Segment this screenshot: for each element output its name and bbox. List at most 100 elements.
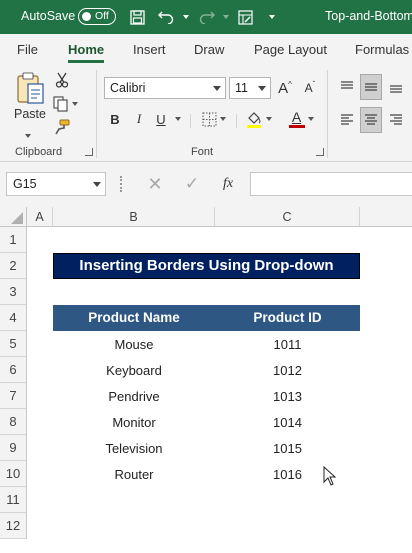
- chevron-down-icon: [93, 182, 101, 187]
- font-name-value: Calibri: [110, 81, 146, 95]
- column-header-b[interactable]: B: [53, 207, 215, 227]
- font-color-icon: A: [288, 109, 305, 128]
- cut-icon[interactable]: [52, 70, 72, 90]
- tab-page-layout[interactable]: Page Layout: [254, 42, 327, 57]
- clipboard-group-label: Clipboard: [15, 146, 63, 158]
- font-name-dropdown[interactable]: Calibri: [104, 77, 226, 99]
- worksheet-grid: A B C 1 2 3 4 5 6 7 8 9 10 11 12 Inserti…: [0, 207, 412, 553]
- font-color-button[interactable]: A: [284, 108, 318, 130]
- group-separator: [327, 70, 328, 158]
- group-separator: [96, 70, 97, 158]
- table-cell-product-id[interactable]: 1015: [215, 441, 360, 456]
- table-header-product-id[interactable]: Product ID: [215, 305, 360, 331]
- insert-function-button[interactable]: fx: [217, 174, 239, 194]
- tab-formulas[interactable]: Formulas: [355, 42, 409, 57]
- row-header[interactable]: 1: [0, 227, 27, 253]
- tab-insert[interactable]: Insert: [133, 42, 166, 57]
- font-group-label: Font: [191, 146, 214, 158]
- table-cell-product-name[interactable]: Pendrive: [53, 389, 215, 404]
- tab-draw[interactable]: Draw: [194, 42, 224, 57]
- borders-button[interactable]: [198, 108, 230, 130]
- italic-button[interactable]: I: [130, 108, 148, 130]
- redo-icon[interactable]: [196, 6, 218, 28]
- shrink-font-button[interactable]: Aˇ: [300, 77, 320, 99]
- font-size-dropdown[interactable]: 11: [229, 77, 271, 99]
- table-cell-product-name[interactable]: Television: [53, 441, 215, 456]
- chevron-down-icon: [213, 86, 221, 91]
- grow-font-button[interactable]: A ^: [275, 77, 295, 99]
- align-right-icon[interactable]: [386, 109, 406, 131]
- align-center-icon[interactable]: [360, 107, 382, 133]
- font-launcher-icon[interactable]: [316, 148, 324, 156]
- underline-button[interactable]: U: [152, 108, 170, 130]
- autosave-label: AutoSave: [21, 9, 76, 23]
- table-cell-product-name[interactable]: Monitor: [53, 415, 215, 430]
- enter-icon[interactable]: ✓: [182, 174, 202, 194]
- divider: [190, 114, 191, 128]
- paste-icon[interactable]: [14, 70, 46, 106]
- table-cell-product-id[interactable]: 1016: [215, 467, 360, 482]
- undo-dropdown-icon[interactable]: [178, 6, 190, 28]
- mouse-pointer-icon: [323, 465, 337, 491]
- table-cell-product-name[interactable]: Mouse: [53, 337, 215, 352]
- underline-dropdown-icon[interactable]: [172, 108, 184, 130]
- document-title: Top-and-Bottom: [325, 9, 412, 23]
- fill-color-button[interactable]: [242, 108, 276, 130]
- bold-button[interactable]: B: [106, 108, 124, 130]
- middle-align-icon[interactable]: [360, 74, 382, 100]
- font-size-value: 11: [235, 81, 248, 95]
- chevron-down-icon: [258, 86, 266, 91]
- table-cell-product-name[interactable]: Router: [53, 467, 215, 482]
- table-header-product-name[interactable]: Product Name: [53, 305, 215, 331]
- paste-label[interactable]: Paste: [14, 107, 46, 121]
- shrink-font-icon: A: [304, 81, 313, 95]
- tab-home[interactable]: Home: [68, 42, 104, 57]
- customize-toolbar-icon[interactable]: [265, 6, 279, 28]
- toggle-state: Off: [95, 10, 109, 22]
- table-cell-product-id[interactable]: 1013: [215, 389, 360, 404]
- row-header[interactable]: 9: [0, 435, 27, 461]
- divider: [236, 114, 237, 128]
- ribbon-tabs: File Home Insert Draw Page Layout Formul…: [0, 34, 412, 64]
- row-header[interactable]: 3: [0, 279, 27, 305]
- name-box[interactable]: G15: [6, 172, 106, 196]
- row-header[interactable]: 11: [0, 487, 27, 513]
- tab-file[interactable]: File: [17, 42, 38, 57]
- top-align-icon[interactable]: [337, 76, 357, 98]
- row-header[interactable]: 2: [0, 253, 27, 279]
- cancel-icon[interactable]: ✕: [145, 174, 165, 194]
- copy-icon[interactable]: [50, 94, 80, 114]
- paste-dropdown-icon[interactable]: [25, 125, 31, 143]
- row-header[interactable]: 6: [0, 357, 27, 383]
- save-icon[interactable]: [126, 6, 148, 28]
- undo-icon[interactable]: [155, 6, 177, 28]
- table-cell-product-id[interactable]: 1012: [215, 363, 360, 378]
- row-header[interactable]: 10: [0, 461, 27, 487]
- align-left-icon[interactable]: [337, 109, 357, 131]
- column-header-a[interactable]: A: [27, 207, 53, 227]
- formula-bar-grip[interactable]: [120, 176, 123, 192]
- row-header[interactable]: 7: [0, 383, 27, 409]
- table-cell-product-name[interactable]: Keyboard: [53, 363, 215, 378]
- column-header-c[interactable]: C: [215, 207, 360, 227]
- row-header[interactable]: 8: [0, 409, 27, 435]
- bottom-align-icon[interactable]: [386, 76, 406, 98]
- select-all-corner[interactable]: [0, 207, 27, 227]
- column-header-d[interactable]: [360, 207, 412, 227]
- table-cell-product-id[interactable]: 1011: [215, 337, 360, 352]
- row-header[interactable]: 5: [0, 331, 27, 357]
- font-color-letter: A: [291, 109, 302, 125]
- clipboard-launcher-icon[interactable]: [85, 148, 93, 156]
- table-cell-product-id[interactable]: 1014: [215, 415, 360, 430]
- formula-bar: G15 ✕ ✓ fx: [0, 162, 412, 207]
- format-painter-icon[interactable]: [52, 117, 72, 137]
- form-icon[interactable]: [234, 6, 256, 28]
- borders-icon: [202, 112, 217, 126]
- fill-bucket-icon: [247, 112, 261, 128]
- row-header[interactable]: 12: [0, 513, 27, 539]
- formula-input[interactable]: [250, 172, 412, 196]
- title-cell[interactable]: Inserting Borders Using Drop-down: [53, 253, 360, 279]
- redo-dropdown-icon[interactable]: [218, 6, 230, 28]
- row-header[interactable]: 4: [0, 305, 27, 331]
- autosave-toggle[interactable]: Off: [78, 8, 116, 25]
